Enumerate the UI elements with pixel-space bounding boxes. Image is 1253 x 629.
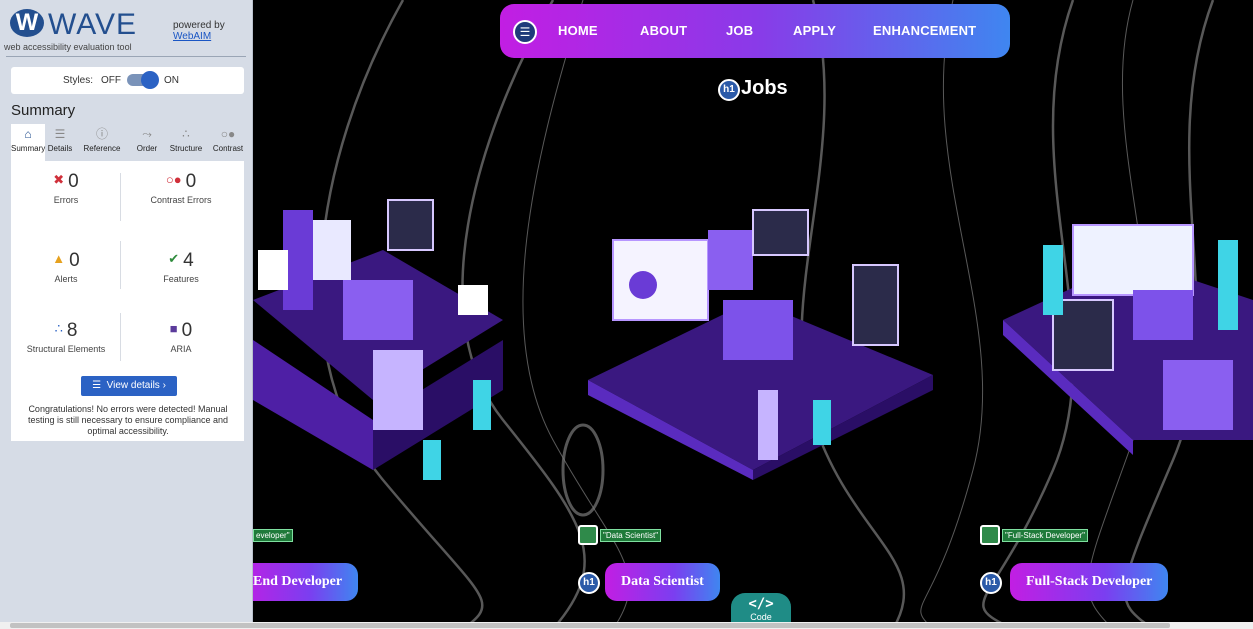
nav-apply[interactable]: APPLY xyxy=(793,23,836,38)
features-count: 4 xyxy=(183,250,194,271)
nav-job[interactable]: JOB xyxy=(726,23,753,38)
header-divider xyxy=(6,56,246,57)
tab-details[interactable]: ☰ Details xyxy=(45,124,75,161)
h1-badge-icon: h1 xyxy=(578,572,600,594)
features-label: Features xyxy=(163,274,199,284)
alerts-count: 0 xyxy=(69,250,80,271)
structural-count: 8 xyxy=(66,320,78,341)
stat-errors[interactable]: ✖ 0 Errors xyxy=(11,171,121,205)
feature-icon: ✔ xyxy=(168,251,180,266)
styles-label: Styles: xyxy=(63,75,94,86)
code-label: Code xyxy=(750,612,772,622)
job-button-full-stack[interactable]: Full-Stack Developer xyxy=(1010,563,1169,601)
summary-heading: Summary xyxy=(11,102,76,119)
tab-order[interactable]: ⤳ Order xyxy=(129,124,165,161)
summary-panel: ✖ 0 Errors ○● 0 Contrast Errors ▲ 0 Alerts … xyxy=(11,161,244,441)
webaim-link[interactable]: WebAIM xyxy=(173,31,225,42)
wave-list-marker-icon: ☰ xyxy=(513,20,537,44)
styles-on-label: ON xyxy=(164,75,179,86)
alert-icon: ▲ xyxy=(52,251,66,266)
tab-structure[interactable]: ∴ Structure xyxy=(165,124,207,161)
view-details-label: View details › xyxy=(106,380,166,391)
aria-icon: ■ xyxy=(169,321,178,336)
tab-summary-label: Summary xyxy=(11,144,46,153)
image-alt-tag: "Data Scientist" xyxy=(600,529,662,542)
image-alt-tag: eveloper" xyxy=(253,529,293,542)
aria-count: 0 xyxy=(181,320,193,341)
wave-tagline: web accessibility evaluation tool xyxy=(4,42,132,52)
contrast-error-icon: ○● xyxy=(165,172,182,187)
nav-enhancement[interactable]: ENHANCEMENT xyxy=(873,23,976,38)
powered-by: powered by WebAIM xyxy=(173,20,225,42)
home-icon: ⌂ xyxy=(24,127,32,141)
h1-badge-icon: h1 xyxy=(980,572,1002,594)
structural-label: Structural Elements xyxy=(26,344,106,354)
styles-toggle-bar: Styles: OFF ON xyxy=(11,67,244,94)
errors-label: Errors xyxy=(53,195,79,205)
toggle-knob xyxy=(141,71,159,89)
congrats-message: Congratulations! No errors were detected… xyxy=(27,404,229,436)
tab-details-label: Details xyxy=(47,144,73,153)
structure-icon: ∴ xyxy=(182,127,190,141)
job-button-front-end[interactable]: End Developer xyxy=(253,563,359,601)
image-alt-tag: "Full-Stack Developer" xyxy=(1002,529,1088,542)
horizontal-scrollbar[interactable] xyxy=(0,622,1253,629)
stat-contrast-errors[interactable]: ○● 0 Contrast Errors xyxy=(126,171,236,205)
error-icon: ✖ xyxy=(53,172,65,187)
stat-structural[interactable]: ∴ 8 Structural Elements xyxy=(11,320,121,354)
wave-brand: W WAVE web accessibility evaluation tool… xyxy=(0,0,253,58)
page-title-text: Jobs xyxy=(741,77,788,99)
nav-home[interactable]: HOME xyxy=(558,23,598,38)
structure-stat-icon: ∴ xyxy=(54,321,63,336)
job-button-data-scientist[interactable]: Data Scientist xyxy=(605,563,720,601)
wave-tabs: ⌂ Summary ☰ Details ⓘ Reference ⤳ Order … xyxy=(11,124,256,161)
web-page: ☰ HOME ABOUT JOB APPLY ENHANCEMENT h1 Job… xyxy=(253,0,1253,629)
order-icon: ⤳ xyxy=(142,127,152,141)
main-nav: ☰ HOME ABOUT JOB APPLY ENHANCEMENT xyxy=(500,4,1010,58)
contrast-errors-count: 0 xyxy=(185,171,197,192)
powered-by-label: powered by xyxy=(173,20,225,31)
image-feature-icon xyxy=(578,525,598,545)
scrollbar-thumb[interactable] xyxy=(10,623,1170,628)
wave-logo-text: WAVE xyxy=(48,8,138,41)
contrast-icon: ○● xyxy=(220,127,236,141)
alerts-label: Alerts xyxy=(54,274,78,284)
nav-about[interactable]: ABOUT xyxy=(640,23,687,38)
tab-contrast-label: Contrast xyxy=(212,144,244,153)
stat-features[interactable]: ✔ 4 Features xyxy=(126,250,236,284)
tab-reference[interactable]: ⓘ Reference xyxy=(75,124,129,161)
tab-contrast[interactable]: ○● Contrast xyxy=(207,124,249,161)
styles-toggle[interactable] xyxy=(127,71,159,89)
list-icon: ☰ xyxy=(54,127,66,141)
image-feature-icon xyxy=(980,525,1000,545)
stat-divider xyxy=(120,313,121,361)
h1-badge-icon: h1 xyxy=(718,79,740,101)
aria-label: ARIA xyxy=(170,344,192,354)
styles-off-label: OFF xyxy=(101,75,121,86)
view-details-button[interactable]: ☰ View details › xyxy=(81,376,177,396)
stat-divider xyxy=(120,173,121,221)
errors-count: 0 xyxy=(68,171,79,192)
wave-sidebar: W WAVE web accessibility evaluation tool… xyxy=(0,0,253,629)
tab-summary[interactable]: ⌂ Summary xyxy=(11,124,45,161)
code-icon: </> xyxy=(748,596,774,612)
stat-alerts[interactable]: ▲ 0 Alerts xyxy=(11,250,121,284)
tab-order-label: Order xyxy=(136,144,158,153)
page-title: h1 Jobs xyxy=(718,77,788,101)
stat-divider xyxy=(120,241,121,289)
stat-aria[interactable]: ■ 0 ARIA xyxy=(126,320,236,354)
info-icon: ⓘ xyxy=(95,127,108,141)
list-icon: ☰ xyxy=(92,380,107,391)
wave-logo-icon: W xyxy=(10,9,44,37)
contrast-errors-label: Contrast Errors xyxy=(150,195,212,205)
tab-reference-label: Reference xyxy=(83,144,121,153)
tab-structure-label: Structure xyxy=(169,144,203,153)
